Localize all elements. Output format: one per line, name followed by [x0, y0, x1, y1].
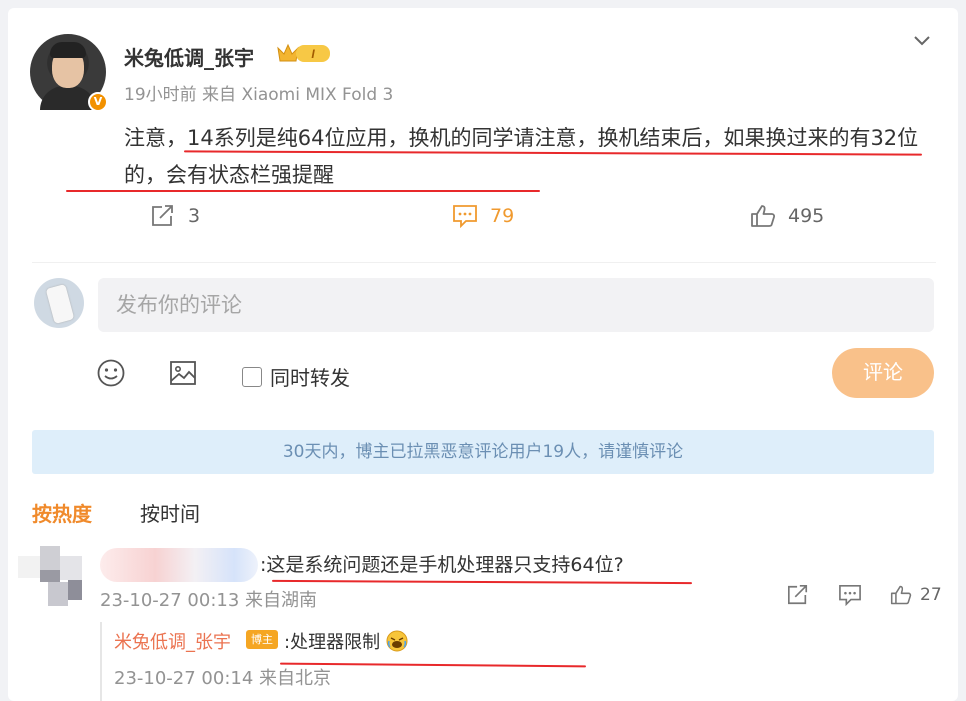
comment-input[interactable]: 发布你的评论	[98, 278, 934, 332]
repost-checkbox[interactable]	[242, 366, 262, 387]
sort-by-time-tab[interactable]: 按时间	[140, 498, 200, 527]
reply-text: :处理器限制	[284, 628, 408, 654]
reply-location: 来自北京	[259, 668, 332, 689]
repost-count: 3	[188, 205, 201, 227]
weibo-post-card: V 米兔低调_张宇 I 19小时前 来自 Xiaomi MIX Fold 3 注…	[8, 8, 958, 701]
divider	[32, 262, 936, 263]
reply-time: 23-10-27 00:14	[114, 668, 254, 689]
annotation-underline	[271, 579, 693, 585]
reply-author[interactable]: 米兔低调_张宇	[114, 628, 231, 654]
comment-like-icon	[890, 585, 912, 605]
comment-meta: 23-10-27 00:13 来自湖南	[100, 586, 317, 612]
author-name[interactable]: 米兔低调_张宇	[124, 42, 254, 71]
submit-comment-button[interactable]: 评论	[832, 348, 934, 398]
comment-repost-icon[interactable]	[786, 584, 810, 606]
comment-location: 来自湖南	[245, 590, 318, 611]
reply-text-content: :处理器限制	[284, 632, 381, 653]
chevron-down-icon[interactable]	[912, 30, 932, 50]
image-icon[interactable]	[168, 358, 198, 388]
author-badge: 博主	[246, 630, 278, 649]
repost-button[interactable]: 3	[150, 204, 200, 228]
post-source: 来自 Xiaomi MIX Fold 3	[202, 85, 394, 105]
post-text: 注意，14系列是纯64位应用，换机的同学请注意，换机结束后，如果换过来的有32位…	[124, 126, 919, 187]
emoji-icon[interactable]	[96, 358, 126, 388]
sort-by-hot-tab[interactable]: 按热度	[32, 498, 92, 527]
annotation-underline	[66, 190, 540, 192]
comment-icon	[453, 205, 477, 228]
comment-button[interactable]: 79	[452, 204, 514, 228]
like-button[interactable]: 495	[750, 204, 824, 228]
reply-meta: 23-10-27 00:14 来自北京	[114, 664, 331, 690]
verified-badge: V	[88, 92, 108, 112]
comment-text: :这是系统问题还是手机处理器只支持64位?	[260, 554, 624, 576]
comment-like-button[interactable]: 27	[890, 584, 942, 606]
like-icon	[751, 205, 776, 227]
laugh-emoji-icon	[386, 630, 408, 652]
repost-icon	[152, 205, 173, 226]
crown-icon: I	[277, 43, 330, 62]
commenter-name-obscured[interactable]	[100, 548, 258, 582]
post-meta: 19小时前 来自 Xiaomi MIX Fold 3	[124, 80, 393, 105]
comment-time: 23-10-27 00:13	[100, 590, 240, 611]
my-avatar	[34, 278, 84, 328]
notice-banner: 30天内，博主已拉黑恶意评论用户19人，请谨慎评论	[32, 430, 934, 474]
commenter-avatar[interactable]	[18, 546, 82, 606]
comment-count: 79	[490, 205, 515, 227]
comment-reply-icon[interactable]	[838, 584, 862, 606]
comment-like-count: 27	[920, 585, 942, 605]
reply-thread-line	[100, 622, 102, 701]
comment-actions: 27	[786, 584, 942, 606]
post-time[interactable]: 19小时前	[124, 85, 197, 105]
like-count: 495	[788, 205, 825, 227]
repost-option[interactable]: 同时转发	[242, 362, 350, 391]
repost-option-label: 同时转发	[270, 366, 350, 390]
